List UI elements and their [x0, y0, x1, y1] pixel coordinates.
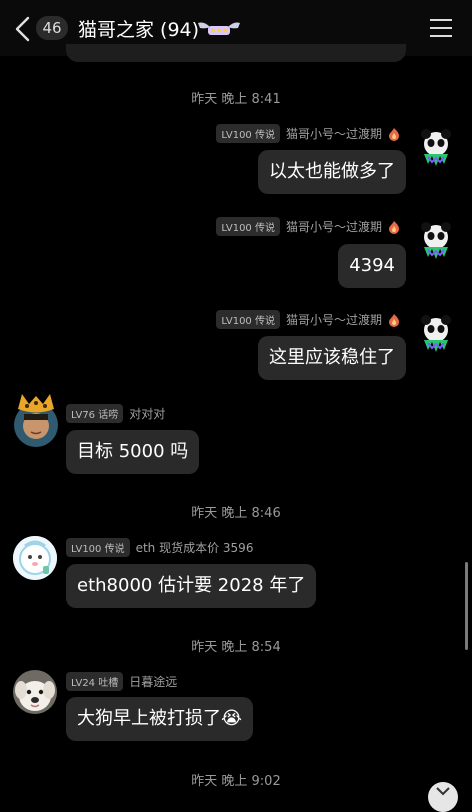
- avatar-panda[interactable]: [414, 310, 458, 354]
- timestamp: 昨天 晚上 9:02: [191, 774, 281, 789]
- avatar-panda[interactable]: [414, 124, 458, 168]
- back-arrow-icon[interactable]: [10, 14, 36, 44]
- group-wings-icon: [198, 22, 240, 35]
- sender-name: 日暮途远: [129, 675, 178, 689]
- cartoon-avatar-icon: [13, 536, 57, 580]
- message-text: 大狗早上被打损了: [77, 708, 221, 729]
- level-badge: LV100 传说: [216, 310, 280, 329]
- sender-name: 猫哥小号～过渡期: [285, 220, 382, 234]
- message-bubble[interactable]: 大狗早上被打损了😭: [66, 697, 254, 741]
- crying-emoji-icon: 😭: [221, 708, 243, 729]
- sender-name: 猫哥小号～过渡期: [285, 127, 382, 141]
- panda-avatar-icon: [414, 124, 458, 168]
- message-bubble[interactable]: 这里应该稳住了: [258, 336, 406, 380]
- menu-icon[interactable]: [430, 19, 452, 37]
- sender-name: 对对对: [129, 407, 166, 421]
- chevron-down-icon: [436, 787, 450, 796]
- message-bubble[interactable]: 以太也能做多了: [258, 150, 406, 194]
- level-badge: LV100 传说: [216, 124, 280, 143]
- sender-name: eth 现货成本价 3596: [135, 541, 254, 555]
- dog-avatar-icon: [13, 670, 57, 714]
- avatar-dog[interactable]: [13, 670, 57, 714]
- level-badge: LV100 传说: [216, 217, 280, 236]
- sender-meta: LV24 吐槽 日暮途远: [66, 672, 177, 691]
- previous-message-bubble: [66, 44, 406, 62]
- level-badge: LV100 传说: [66, 538, 130, 557]
- sender-meta: LV100 传说 猫哥小号～过渡期: [216, 217, 400, 236]
- fire-icon: [389, 220, 399, 234]
- panda-avatar-icon: [414, 217, 458, 261]
- group-title: 猫哥之家 (94): [78, 19, 200, 41]
- fire-icon: [389, 127, 399, 141]
- level-badge: LV24 吐槽: [66, 672, 124, 691]
- sender-meta: LV100 传说 猫哥小号～过渡期: [216, 310, 400, 329]
- timestamp: 昨天 晚上 8:41: [191, 92, 281, 107]
- avatar-cartoon[interactable]: [13, 536, 57, 580]
- panda-avatar-icon: [414, 310, 458, 354]
- avatar-panda[interactable]: [414, 217, 458, 261]
- scroll-to-bottom-button[interactable]: [428, 782, 458, 812]
- timestamp: 昨天 晚上 8:54: [191, 640, 281, 655]
- sender-meta: LV100 传说 eth 现货成本价 3596: [66, 538, 253, 557]
- fire-icon: [389, 313, 399, 327]
- message-bubble[interactable]: 4394: [338, 244, 406, 288]
- message-bubble[interactable]: eth8000 估计要 2028 年了: [66, 564, 317, 608]
- sender-meta: LV76 话唠 对对对: [66, 404, 165, 423]
- scrollbar[interactable]: [465, 562, 468, 650]
- message-bubble[interactable]: 目标 5000 吗: [66, 430, 200, 474]
- avatar-tiger-hat[interactable]: [13, 392, 59, 448]
- unread-count-badge[interactable]: 46: [36, 16, 68, 40]
- level-badge: LV76 话唠: [66, 404, 124, 423]
- sender-name: 猫哥小号～过渡期: [285, 313, 382, 327]
- sender-meta: LV100 传说 猫哥小号～过渡期: [216, 124, 400, 143]
- tiger-hat-avatar-icon: [14, 394, 58, 447]
- timestamp: 昨天 晚上 8:46: [191, 506, 281, 521]
